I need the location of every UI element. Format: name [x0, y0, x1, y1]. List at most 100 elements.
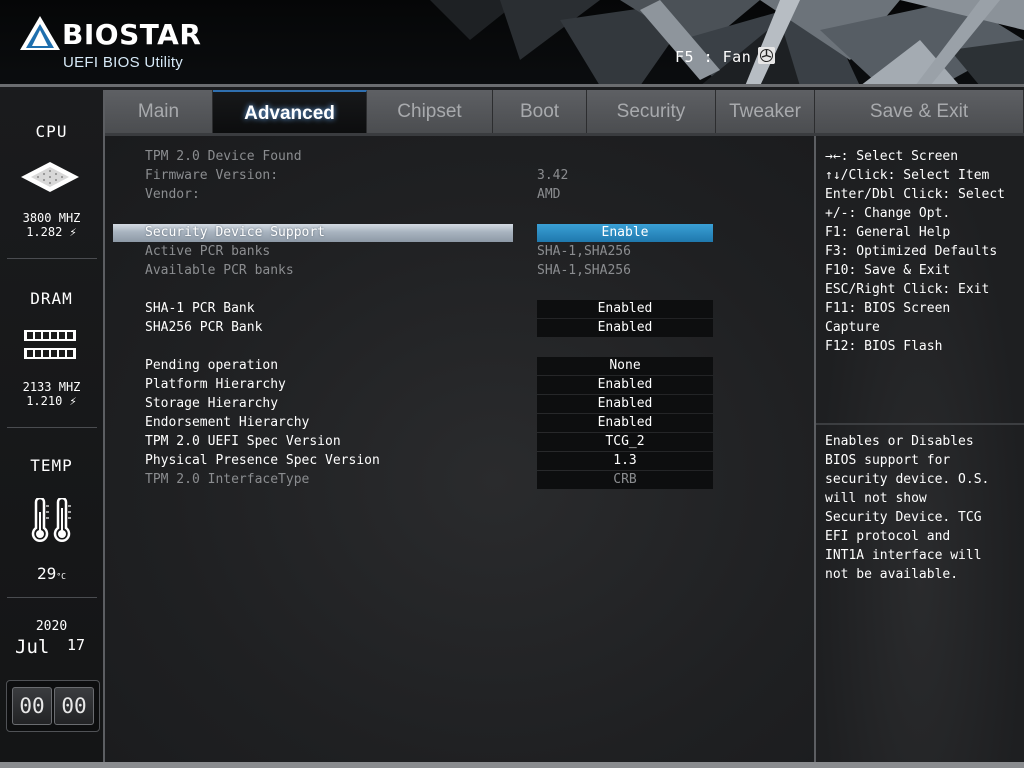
help-description-line: Security Device. TCG — [825, 510, 982, 525]
key-hint: F10: Save & Exit — [825, 263, 951, 278]
clock-display: 00 00 — [6, 680, 100, 732]
footer-bar — [0, 762, 1024, 768]
temperature-value: 29 — [37, 564, 57, 583]
key-hint: +/-: Change Opt. — [825, 206, 951, 221]
security-device-support-row[interactable]: Security Device Support Enable — [113, 224, 813, 242]
endorsement-hierarchy-select[interactable]: Enabled — [537, 414, 713, 432]
key-hint: ↑↓/Click: Select Item — [825, 168, 990, 183]
system-status-sidebar: CPU 3800 MHZ 1.282 ⚡ DRAM 2133 MHZ 1.210… — [0, 90, 103, 762]
setting-label: Platform Hierarchy — [145, 377, 286, 392]
physical-presence-spec-select[interactable]: 1.3 — [537, 452, 713, 470]
tpm-device-found-row: TPM 2.0 Device Found — [113, 148, 813, 166]
setting-label: Vendor: — [145, 187, 200, 202]
temperature-unit: °C — [56, 572, 66, 581]
setting-label: Endorsement Hierarchy — [145, 415, 310, 430]
settings-panel: TPM 2.0 Device Found Firmware Version: 3… — [105, 136, 814, 762]
active-pcr-banks-row: Active PCR banks SHA-1,SHA256 — [113, 243, 813, 261]
help-description-line: EFI protocol and — [825, 529, 951, 544]
brand-name: BIOSTAR — [62, 18, 202, 51]
interface-type-row: TPM 2.0 InterfaceType CRB — [113, 471, 813, 489]
tab-security[interactable]: Security — [587, 90, 716, 133]
tab-bar: Main Advanced Chipset Boot Security Twea… — [105, 90, 1024, 134]
cpu-label: CPU — [35, 122, 68, 141]
storage-hierarchy-select[interactable]: Enabled — [537, 395, 713, 413]
clock-hours: 00 — [12, 687, 52, 725]
security-device-support-select[interactable]: Enable — [537, 224, 713, 242]
biostar-logo: BIOSTAR UEFI BIOS Utility — [20, 14, 202, 74]
available-pcr-banks-row: Available PCR banks SHA-1,SHA256 — [113, 262, 813, 280]
tab-save-exit[interactable]: Save & Exit — [815, 90, 1024, 133]
dram-voltage: 1.210 — [26, 394, 63, 408]
help-description-line: BIOS support for — [825, 453, 951, 468]
interface-type-value: CRB — [537, 471, 713, 489]
setting-label: Physical Presence Spec Version — [145, 453, 380, 468]
date-day: 17 — [67, 636, 86, 654]
help-section-divider — [816, 423, 1024, 425]
tab-tweaker[interactable]: Tweaker — [716, 90, 815, 133]
help-description-line: Enables or Disables — [825, 434, 974, 449]
cpu-voltage-row: 1.282 ⚡ — [0, 225, 103, 239]
thermometer-icon — [31, 498, 71, 542]
key-hint: F3: Optimized Defaults — [825, 244, 998, 259]
key-hint: ESC/Right Click: Exit — [825, 282, 990, 297]
storage-hierarchy-row[interactable]: Storage Hierarchy Enabled — [113, 395, 813, 413]
sha1-pcr-bank-row[interactable]: SHA-1 PCR Bank Enabled — [113, 300, 813, 318]
clock-minutes: 00 — [54, 687, 94, 725]
biostar-logo-icon — [20, 16, 60, 50]
key-hint: →←: Select Screen — [825, 149, 959, 164]
pending-operation-select[interactable]: None — [537, 357, 713, 375]
header-divider — [0, 84, 1024, 87]
setting-label: SHA-1 PCR Bank — [145, 301, 255, 316]
date-month: Jul — [15, 636, 50, 658]
fan-icon[interactable] — [758, 47, 775, 64]
key-hint: F12: BIOS Flash — [825, 339, 943, 354]
physical-presence-spec-row[interactable]: Physical Presence Spec Version 1.3 — [113, 452, 813, 470]
setting-label: TPM 2.0 UEFI Spec Version — [145, 434, 341, 449]
memory-module-icon — [24, 330, 76, 359]
cpu-voltage: 1.282 — [26, 225, 63, 239]
help-description-line: will not show — [825, 491, 927, 506]
sha1-pcr-bank-select[interactable]: Enabled — [537, 300, 713, 318]
help-description-line: security device. O.S. — [825, 472, 990, 487]
tab-chipset[interactable]: Chipset — [367, 90, 493, 133]
platform-hierarchy-select[interactable]: Enabled — [537, 376, 713, 394]
key-hint: Enter/Dbl Click: Select — [825, 187, 1006, 202]
fan-hotkey-hint[interactable]: F5 : Fan — [675, 48, 751, 66]
voltage-bolt-icon: ⚡ — [62, 394, 77, 408]
setting-label: Firmware Version: — [145, 168, 279, 183]
sidebar-divider — [7, 597, 97, 598]
sha256-pcr-bank-select[interactable]: Enabled — [537, 319, 713, 337]
sha256-pcr-bank-row[interactable]: SHA256 PCR Bank Enabled — [113, 319, 813, 337]
firmware-version-value: 3.42 — [537, 168, 569, 183]
tab-advanced[interactable]: Advanced — [213, 90, 367, 133]
cpu-chip-icon — [21, 162, 79, 192]
tab-main[interactable]: Main — [105, 90, 213, 133]
endorsement-hierarchy-row[interactable]: Endorsement Hierarchy Enabled — [113, 414, 813, 432]
temp-label: TEMP — [30, 456, 73, 475]
setting-label: Pending operation — [145, 358, 279, 373]
firmware-version-row: Firmware Version: 3.42 — [113, 167, 813, 185]
platform-hierarchy-row[interactable]: Platform Hierarchy Enabled — [113, 376, 813, 394]
dram-label: DRAM — [30, 289, 73, 308]
date-year: 2020 — [35, 619, 68, 634]
setting-label: Active PCR banks — [145, 244, 271, 259]
voltage-bolt-icon: ⚡ — [62, 225, 77, 239]
app-subtitle: UEFI BIOS Utility — [63, 54, 184, 71]
setting-label: TPM 2.0 InterfaceType — [145, 472, 310, 487]
sidebar-divider — [7, 427, 97, 428]
help-description-line: not be available. — [825, 567, 959, 582]
key-hint: Capture — [825, 320, 880, 335]
cpu-frequency: 3800 MHZ — [22, 211, 81, 225]
setting-label: SHA256 PCR Bank — [145, 320, 263, 335]
setting-label: Security Device Support — [145, 225, 326, 240]
dram-frequency: 2133 MHZ — [22, 380, 81, 394]
available-pcr-banks-value: SHA-1,SHA256 — [537, 263, 631, 278]
vendor-row: Vendor: AMD — [113, 186, 813, 204]
tab-boot[interactable]: Boot — [493, 90, 587, 133]
uefi-spec-version-row[interactable]: TPM 2.0 UEFI Spec Version TCG_2 — [113, 433, 813, 451]
setting-label: TPM 2.0 Device Found — [145, 149, 302, 164]
header-bar: BIOSTAR UEFI BIOS Utility F5 : Fan — [0, 0, 1024, 86]
uefi-spec-version-select[interactable]: TCG_2 — [537, 433, 713, 451]
pending-operation-row[interactable]: Pending operation None — [113, 357, 813, 375]
key-hint: F1: General Help — [825, 225, 951, 240]
